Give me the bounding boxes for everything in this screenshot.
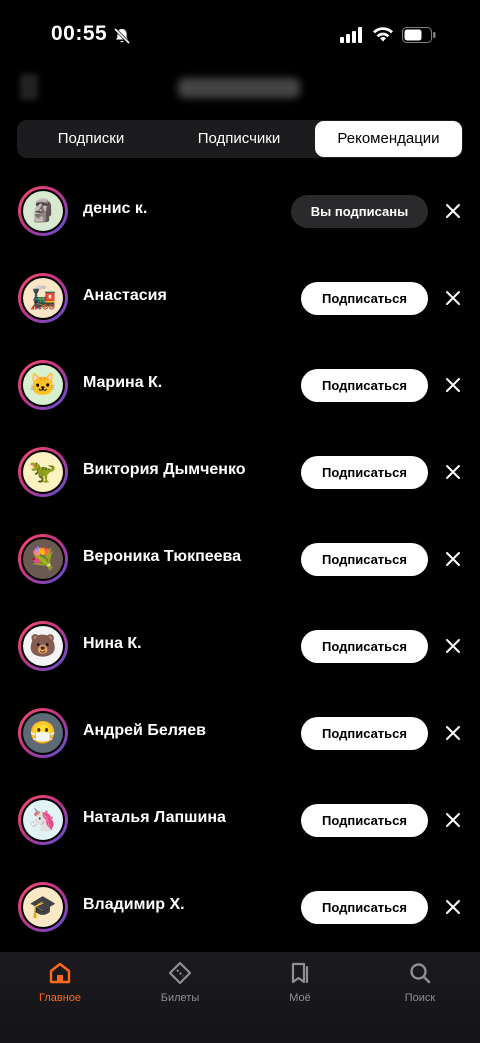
page-title-blurred <box>178 78 300 98</box>
following-button[interactable]: Вы подписаны <box>291 195 428 228</box>
status-time: 00:55 <box>51 22 108 45</box>
tab-subscriptions[interactable]: Подписки <box>17 120 165 158</box>
list-item: 🎓 Владимир Х. Подписаться <box>0 863 480 950</box>
avatar[interactable]: 🦖 <box>18 447 68 497</box>
follow-button[interactable]: Подписаться <box>301 456 428 489</box>
list-item: 🦄 Наталья Лапшина Подписаться <box>0 776 480 863</box>
close-icon[interactable] <box>445 203 461 219</box>
segmented-control: Подписки Подписчики Рекомендации <box>17 120 463 158</box>
avatar[interactable]: 🐱 <box>18 360 68 410</box>
list-item: 🚂 Анастасия Подписаться <box>0 254 480 341</box>
list-item: 😷 Андрей Беляев Подписаться <box>0 689 480 776</box>
close-icon[interactable] <box>445 464 461 480</box>
avatar-image: 💐 <box>23 539 63 579</box>
user-name[interactable]: Наталья Лапшина <box>83 809 226 827</box>
list-item: 💐 Вероника Тюкпеева Подписаться <box>0 515 480 602</box>
muted-bell-icon <box>113 27 131 45</box>
avatar[interactable]: 🦄 <box>18 795 68 845</box>
status-bar: 00:55 <box>0 0 480 70</box>
tab-label: Главное <box>38 992 82 1004</box>
avatar-image: 🦄 <box>23 800 63 840</box>
tab-mine[interactable]: Моё <box>260 960 340 1004</box>
close-icon[interactable] <box>445 377 461 393</box>
tab-search[interactable]: Поиск <box>380 960 460 1004</box>
user-name[interactable]: Владимир Х. <box>83 896 185 914</box>
home-icon <box>49 962 71 984</box>
avatar[interactable]: 💐 <box>18 534 68 584</box>
tab-label: Билеты <box>160 992 200 1004</box>
close-icon[interactable] <box>445 899 461 915</box>
avatar[interactable]: 🚂 <box>18 273 68 323</box>
user-name[interactable]: Виктория Дымченко <box>83 461 246 479</box>
search-icon <box>410 963 431 984</box>
avatar-image: 🐱 <box>23 365 63 405</box>
tab-tickets[interactable]: Билеты <box>140 960 220 1004</box>
tab-home[interactable]: Главное <box>20 960 100 1004</box>
top-header <box>0 68 480 108</box>
close-icon[interactable] <box>445 638 461 654</box>
close-icon[interactable] <box>445 551 461 567</box>
close-icon[interactable] <box>445 812 461 828</box>
avatar[interactable]: 😷 <box>18 708 68 758</box>
bookmark-icon <box>291 962 309 984</box>
tab-label: Моё <box>289 992 311 1004</box>
list-item: 🦖 Виктория Дымченко Подписаться <box>0 428 480 515</box>
avatar-image: 🎓 <box>23 887 63 927</box>
signal-icon <box>340 27 362 43</box>
follow-button[interactable]: Подписаться <box>301 804 428 837</box>
avatar-image: 😷 <box>23 713 63 753</box>
list-item: 🐱 Марина К. Подписаться <box>0 341 480 428</box>
follow-button[interactable]: Подписаться <box>301 630 428 663</box>
user-name[interactable]: Марина К. <box>83 374 162 392</box>
avatar-image: 🐻 <box>23 626 63 666</box>
follow-button[interactable]: Подписаться <box>301 282 428 315</box>
avatar[interactable]: 🎓 <box>18 882 68 932</box>
user-name[interactable]: Вероника Тюкпеева <box>83 548 241 566</box>
ticket-icon <box>168 961 192 985</box>
user-name[interactable]: Нина К. <box>83 635 142 653</box>
user-name[interactable]: Анастасия <box>83 287 167 305</box>
avatar[interactable]: 🐻 <box>18 621 68 671</box>
tab-recommendations[interactable]: Рекомендации <box>315 121 462 157</box>
user-name[interactable]: Андрей Беляев <box>83 722 206 740</box>
list-item: 🐻 Нина К. Подписаться <box>0 602 480 689</box>
tab-label: Поиск <box>404 992 436 1004</box>
back-button[interactable] <box>20 74 38 100</box>
avatar-image: 🦖 <box>23 452 63 492</box>
avatar[interactable]: 🗿 <box>18 186 68 236</box>
follow-button[interactable]: Подписаться <box>301 369 428 402</box>
wifi-icon <box>373 27 393 42</box>
bottom-tab-bar: Главное Билеты Моё Поиск <box>0 952 480 1043</box>
avatar-image: 🗿 <box>23 191 63 231</box>
follow-button[interactable]: Подписаться <box>301 891 428 924</box>
close-icon[interactable] <box>445 725 461 741</box>
list-item: 🗿 денис к. Вы подписаны <box>0 167 480 254</box>
user-name[interactable]: денис к. <box>83 200 147 218</box>
follow-button[interactable]: Подписаться <box>301 543 428 576</box>
battery-icon <box>402 27 436 43</box>
tab-followers[interactable]: Подписчики <box>165 120 313 158</box>
follow-button[interactable]: Подписаться <box>301 717 428 750</box>
avatar-image: 🚂 <box>23 278 63 318</box>
close-icon[interactable] <box>445 290 461 306</box>
